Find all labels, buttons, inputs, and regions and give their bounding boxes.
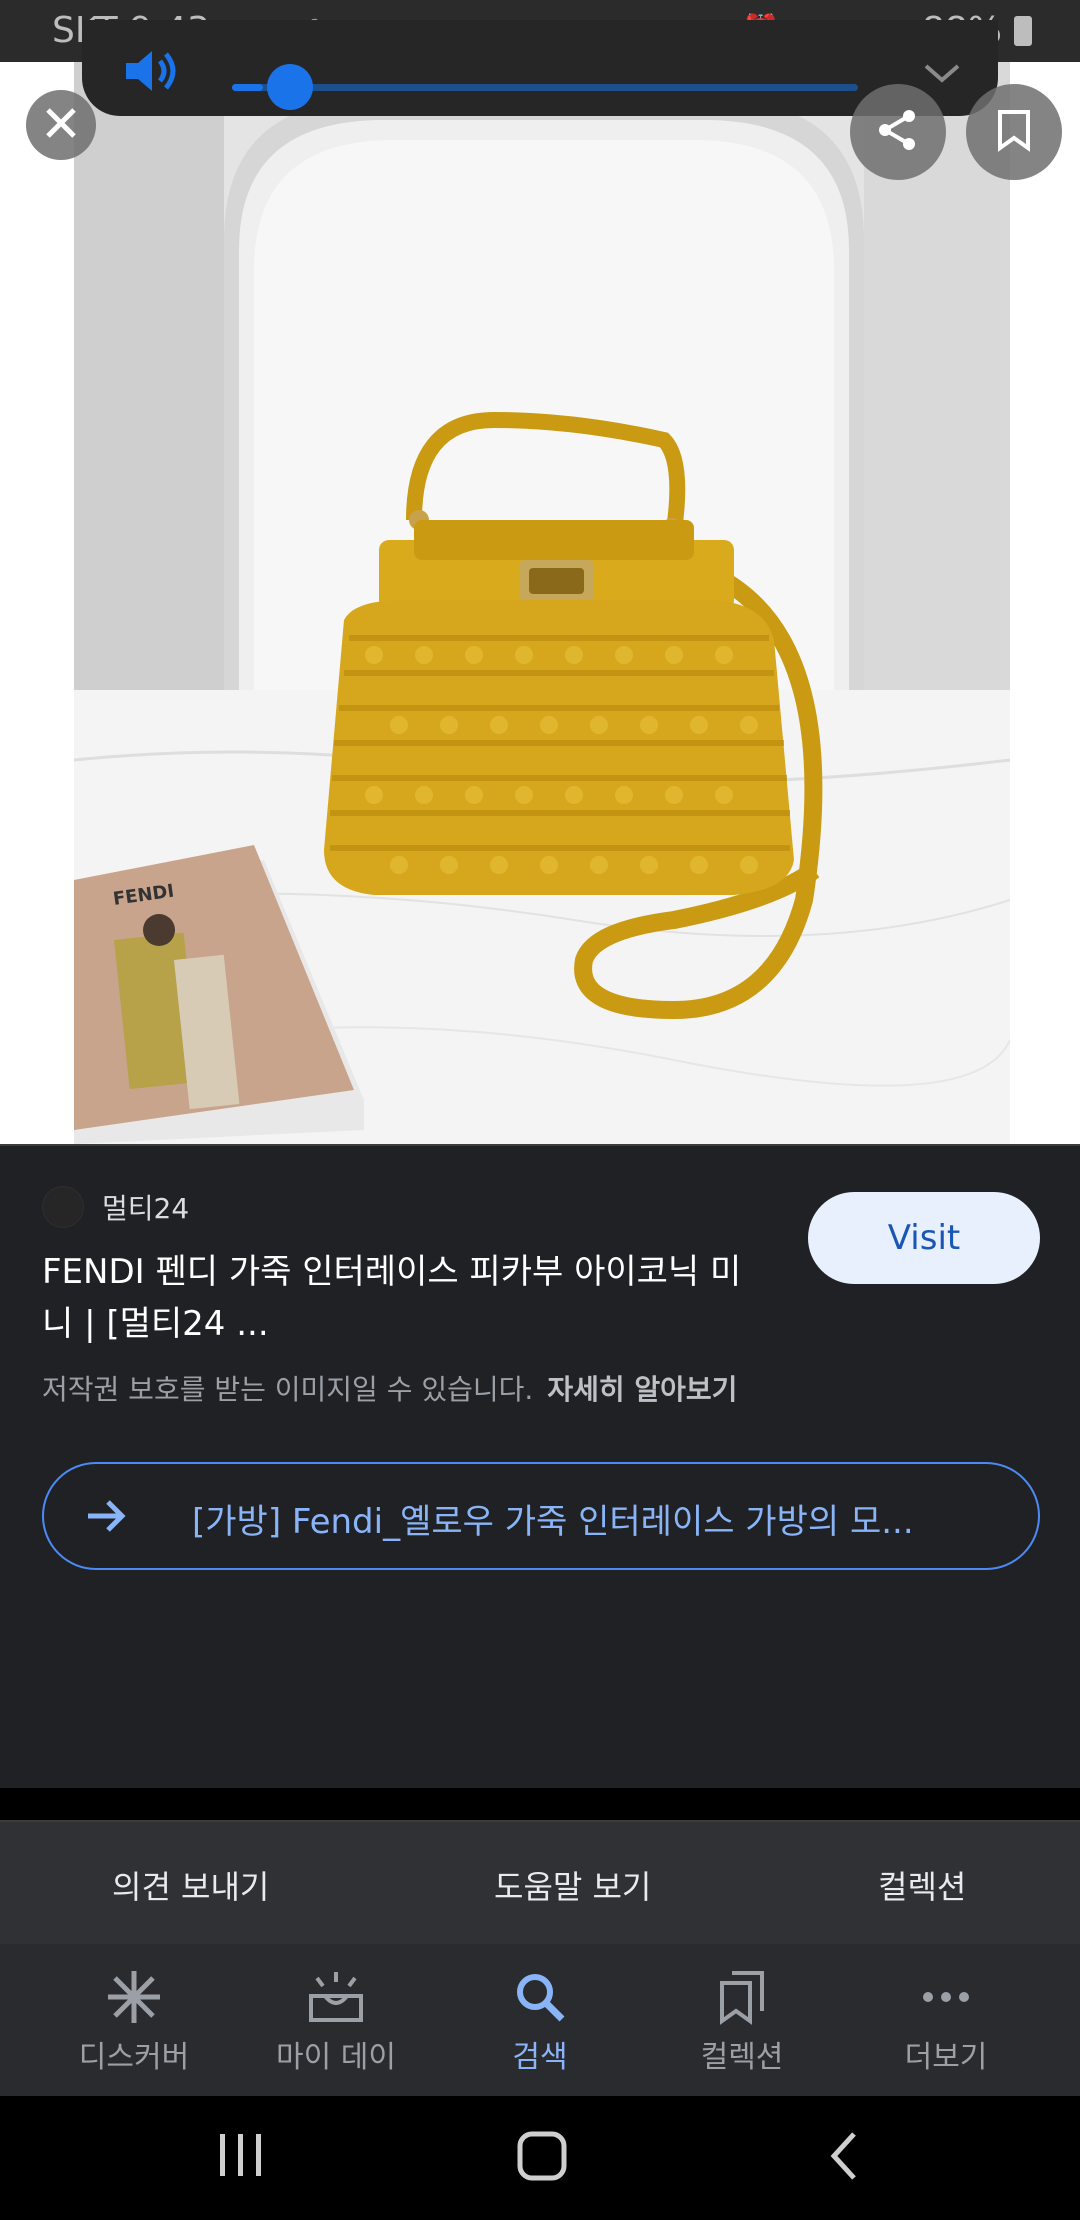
related-search-button[interactable]: [가방] Fendi_옐로우 가죽 인터레이스 가방의 모...: [42, 1462, 1040, 1570]
nav-search[interactable]: 검색: [440, 1966, 640, 2086]
result-title-line-2: 니 | [멀티24 ...: [42, 1304, 269, 1344]
screen: FENDI 멀티24 FENDI 펜디 가죽 인터레이스 피카부 아이코닉 미 …: [0, 0, 1080, 2220]
photo-illustration: FENDI: [74, 0, 1010, 1144]
bookmark-button[interactable]: [966, 84, 1062, 180]
source-favicon: [42, 1186, 84, 1228]
feedback-link[interactable]: 의견 보내기: [112, 1862, 269, 1908]
bookmark-icon: [996, 108, 1032, 156]
chevron-down-icon[interactable]: [922, 62, 962, 90]
share-icon: [875, 107, 921, 157]
share-button[interactable]: [850, 84, 946, 180]
nav-collections[interactable]: 컬렉션: [642, 1966, 842, 2086]
nav-discover-label: 디스커버: [78, 2040, 190, 2075]
more-icon: [921, 1966, 971, 2028]
discover-icon: [106, 1966, 162, 2028]
footer-links: 의견 보내기 도움말 보기 컬렉션: [0, 1820, 1080, 1944]
home-icon[interactable]: [516, 2130, 568, 2186]
volume-slider-thumb[interactable]: [267, 64, 314, 110]
speaker-icon[interactable]: [122, 46, 182, 100]
my-day-icon: [307, 1966, 365, 2028]
nav-more[interactable]: 더보기: [846, 1966, 1046, 2086]
system-nav-bar: [0, 2096, 1080, 2220]
battery-icon: [1014, 15, 1032, 46]
related-search-label: [가방] Fendi_옐로우 가죽 인터레이스 가방의 모...: [192, 1502, 914, 1542]
source-name: 멀티24: [102, 1192, 190, 1225]
separator: [0, 1788, 1080, 1820]
collections-link[interactable]: 컬렉션: [878, 1862, 966, 1908]
copyright-notice: 저작권 보호를 받는 이미지일 수 있습니다. 자세히 알아보기: [42, 1368, 737, 1408]
result-info-panel: 멀티24 FENDI 펜디 가죽 인터레이스 피카부 아이코닉 미 니 | [멀…: [0, 1144, 1080, 1788]
close-icon: [44, 106, 78, 144]
learn-more-link[interactable]: 자세히 알아보기: [547, 1373, 737, 1406]
visit-button[interactable]: Visit: [808, 1192, 1040, 1284]
collections-icon: [718, 1966, 766, 2028]
back-icon[interactable]: [826, 2130, 860, 2186]
search-icon: [514, 1966, 566, 2028]
volume-slider[interactable]: [232, 64, 858, 110]
nav-more-label: 더보기: [904, 2040, 988, 2075]
product-photo[interactable]: FENDI: [74, 0, 1010, 1144]
close-button[interactable]: [26, 90, 96, 160]
result-title-line-1: FENDI 펜디 가죽 인터레이스 피카부 아이코닉 미: [42, 1252, 742, 1292]
bottom-nav: 디스커버 마이 데이 검색 컬렉션 더보기: [0, 1944, 1080, 2096]
nav-my-day[interactable]: 마이 데이: [236, 1966, 436, 2086]
nav-my-day-label: 마이 데이: [276, 2040, 396, 2075]
copyright-text: 저작권 보호를 받는 이미지일 수 있습니다.: [42, 1373, 534, 1406]
result-title[interactable]: FENDI 펜디 가죽 인터레이스 피카부 아이코닉 미 니 | [멀티24 .…: [42, 1246, 802, 1350]
nav-discover[interactable]: 디스커버: [34, 1966, 234, 2086]
nav-collections-label: 컬렉션: [700, 2040, 784, 2075]
nav-search-label: 검색: [512, 2040, 568, 2075]
volume-slider-fill: [232, 84, 264, 91]
help-link[interactable]: 도움말 보기: [494, 1862, 651, 1908]
arrow-right-icon: [84, 1496, 128, 1540]
recent-apps-icon[interactable]: [218, 2130, 264, 2184]
source-row[interactable]: 멀티24: [42, 1186, 189, 1228]
